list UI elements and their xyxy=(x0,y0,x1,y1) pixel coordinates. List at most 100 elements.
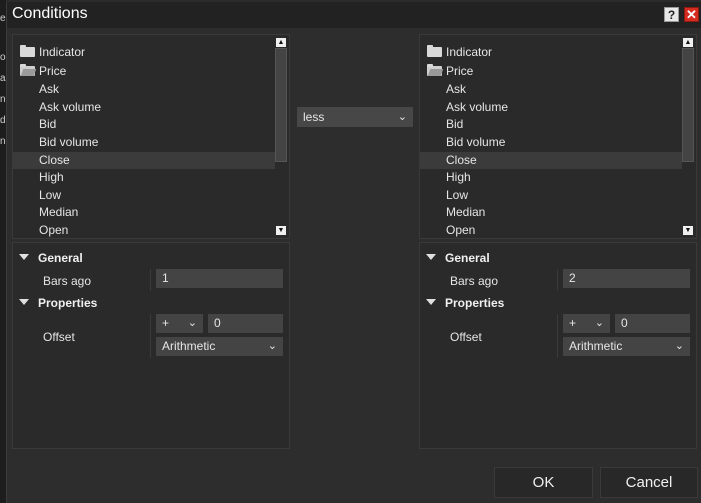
tree-item-label: Open xyxy=(39,223,69,237)
category-properties[interactable]: Properties xyxy=(426,296,504,310)
tree-item-selected[interactable]: Close xyxy=(420,152,685,169)
tree-item-label: Low xyxy=(39,188,62,202)
tree-folder-price[interactable]: Price xyxy=(13,63,278,80)
tree-folder-indicator[interactable]: Indicator xyxy=(13,44,278,61)
tree-item-label: Bid xyxy=(446,117,464,131)
tree-item-label: Ask volume xyxy=(446,100,509,114)
select-value: + xyxy=(162,316,170,330)
category-general[interactable]: General xyxy=(426,251,490,265)
category-general[interactable]: General xyxy=(19,251,83,265)
scroll-thumb[interactable] xyxy=(275,48,287,162)
offset-label: Offset xyxy=(450,330,482,344)
scroll-down-icon[interactable]: ▼ xyxy=(276,226,286,235)
tree-folder-label: Indicator xyxy=(446,45,493,59)
scroll-thumb[interactable] xyxy=(682,48,694,162)
close-button[interactable]: ✕ xyxy=(684,7,699,22)
chevron-down-icon: ⌄ xyxy=(267,340,277,352)
tree-item[interactable]: Bid xyxy=(420,116,685,133)
collapse-triangle-icon[interactable] xyxy=(426,253,436,260)
background-text: e xyxy=(0,13,6,24)
offset-sign-select[interactable]: + ⌄ xyxy=(563,314,610,333)
folder-open-icon xyxy=(20,64,35,76)
tree-item-label: Median xyxy=(39,205,79,219)
tree-item-label: Bid xyxy=(39,117,57,131)
tree-item-label: Low xyxy=(446,188,469,202)
ok-button[interactable]: OK xyxy=(494,467,593,498)
title-bar[interactable]: Conditions ? ✕ xyxy=(7,2,701,28)
tree-item-label: Open xyxy=(446,223,476,237)
offset-sign-select[interactable]: + ⌄ xyxy=(156,314,203,333)
tree-item[interactable]: Low xyxy=(13,187,278,204)
background-text: o xyxy=(0,52,6,63)
tree-item[interactable]: Bid xyxy=(13,116,278,133)
dialog-title: Conditions xyxy=(12,5,88,22)
tree-item[interactable]: Open xyxy=(420,222,685,238)
collapse-triangle-icon[interactable] xyxy=(19,298,29,305)
collapse-triangle-icon[interactable] xyxy=(426,298,436,305)
cancel-button[interactable]: Cancel xyxy=(600,467,698,498)
bars-ago-input[interactable]: 2 xyxy=(563,269,690,288)
tree-item-label: Bid volume xyxy=(39,135,99,149)
select-value: + xyxy=(569,316,577,330)
tree-item[interactable]: Low xyxy=(420,187,685,204)
collapse-triangle-icon[interactable] xyxy=(19,253,29,260)
right-properties-grid: General Bars ago 2 Properties Offset + ⌄… xyxy=(419,242,697,449)
bars-ago-label: Bars ago xyxy=(450,274,499,288)
folder-icon xyxy=(427,45,442,57)
vertical-scrollbar[interactable]: ▲ ▼ xyxy=(275,37,287,236)
chevron-down-icon: ⌄ xyxy=(397,111,407,123)
tree-item[interactable]: High xyxy=(13,169,278,186)
category-label: Properties xyxy=(445,296,505,310)
scroll-up-icon[interactable]: ▲ xyxy=(276,38,286,47)
tree-item-label: High xyxy=(446,170,471,184)
category-properties[interactable]: Properties xyxy=(19,296,97,310)
offset-value-input[interactable]: 0 xyxy=(208,314,283,333)
column-divider xyxy=(557,269,558,291)
chevron-down-icon: ⌄ xyxy=(674,340,684,352)
tree-folder-label: Price xyxy=(446,64,474,78)
tree-item[interactable]: Median xyxy=(13,204,278,221)
left-tree[interactable]: Indicator Price Ask Ask volume Bid Bid v… xyxy=(12,34,290,239)
tree-item-label: Ask volume xyxy=(39,100,102,114)
offset-type-select[interactable]: Arithmetic ⌄ xyxy=(563,337,690,356)
tree-item[interactable]: Median xyxy=(420,204,685,221)
tree-item[interactable]: Bid volume xyxy=(13,134,278,151)
scroll-up-icon[interactable]: ▲ xyxy=(683,38,693,47)
help-button[interactable]: ? xyxy=(664,7,679,22)
column-divider xyxy=(557,314,558,358)
folder-icon xyxy=(20,45,35,57)
operator-select[interactable]: less ⌄ xyxy=(297,107,413,127)
column-divider xyxy=(150,314,151,358)
tree-item[interactable]: Bid volume xyxy=(420,134,685,151)
tree-folder-indicator[interactable]: Indicator xyxy=(420,44,685,61)
offset-type-select[interactable]: Arithmetic ⌄ xyxy=(156,337,283,356)
tree-item-label: Bid volume xyxy=(446,135,506,149)
tree-item[interactable]: Ask xyxy=(13,81,278,98)
folder-open-icon xyxy=(427,64,442,76)
tree-folder-price[interactable]: Price xyxy=(420,63,685,80)
bars-ago-input[interactable]: 1 xyxy=(156,269,283,288)
tree-item-label: Close xyxy=(446,153,477,167)
tree-item[interactable]: High xyxy=(420,169,685,186)
tree-item[interactable]: Open xyxy=(13,222,278,238)
conditions-dialog: Conditions ? ✕ Indicator Price Ask Ask v… xyxy=(6,2,701,503)
tree-item-selected[interactable]: Close xyxy=(13,152,278,169)
tree-folder-label: Price xyxy=(39,64,67,78)
tree-folder-label: Indicator xyxy=(39,45,86,59)
category-label: General xyxy=(38,251,83,265)
offset-value-input[interactable]: 0 xyxy=(615,314,690,333)
vertical-scrollbar[interactable]: ▲ ▼ xyxy=(682,37,694,236)
offset-label: Offset xyxy=(43,330,75,344)
tree-item-label: Close xyxy=(39,153,70,167)
scroll-down-icon[interactable]: ▼ xyxy=(683,226,693,235)
right-tree[interactable]: Indicator Price Ask Ask volume Bid Bid v… xyxy=(419,34,697,239)
select-value: Arithmetic xyxy=(569,339,623,353)
chevron-down-icon: ⌄ xyxy=(594,317,604,329)
tree-item-label: High xyxy=(39,170,64,184)
tree-item[interactable]: Ask volume xyxy=(420,99,685,116)
chevron-down-icon: ⌄ xyxy=(187,317,197,329)
category-label: Properties xyxy=(38,296,98,310)
tree-item[interactable]: Ask volume xyxy=(13,99,278,116)
tree-item[interactable]: Ask xyxy=(420,81,685,98)
tree-item-label: Ask xyxy=(446,82,467,96)
